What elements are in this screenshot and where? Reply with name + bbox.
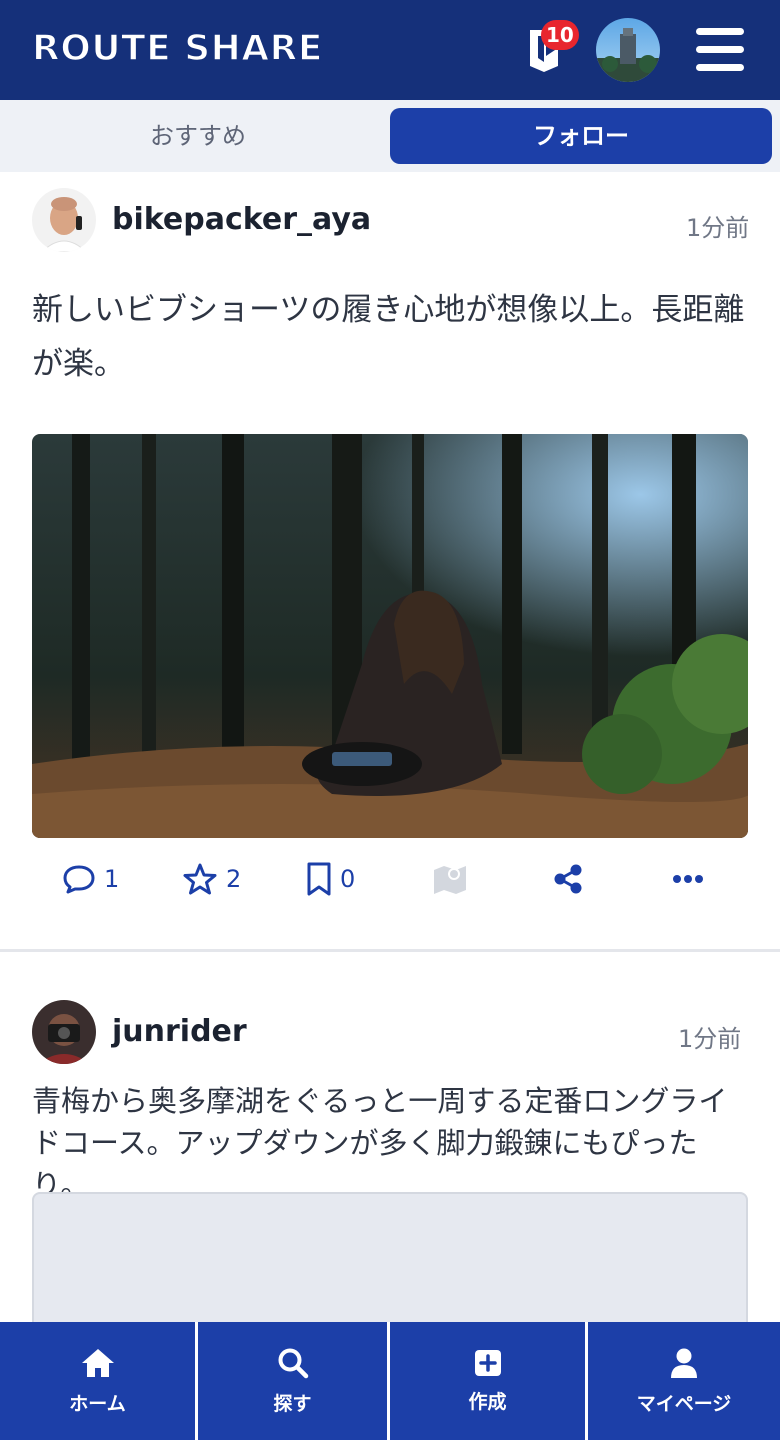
notification-badge: 10 [541, 20, 579, 50]
hamburger-menu-icon [696, 28, 744, 35]
bottom-navigation: ホーム 探す 作成 マイページ [0, 1322, 780, 1440]
map-icon [434, 866, 466, 894]
post-text: 青梅から奥多摩湖をぐるっと一周する定番ロングライドコース。アップダウンが多く脚力… [32, 1084, 728, 1202]
post-time: 1分前 [678, 1025, 742, 1053]
post-username[interactable]: bikepacker_aya [112, 202, 371, 237]
post-author-avatar[interactable] [32, 188, 96, 252]
bookmark-count: 0 [340, 865, 356, 893]
favorite-button[interactable]: 2 [182, 856, 241, 902]
star-icon [183, 863, 217, 895]
more-button[interactable] [672, 856, 704, 902]
menu-button[interactable] [696, 28, 744, 72]
comment-icon [63, 865, 95, 894]
post-divider [0, 949, 780, 952]
tab-recommended[interactable]: おすすめ [10, 108, 386, 164]
feed-tabs: おすすめ フォロー [0, 100, 780, 172]
share-button[interactable] [552, 856, 584, 902]
post-actions: 1 2 0 [0, 856, 780, 902]
comment-count: 1 [104, 865, 120, 893]
nav-home[interactable]: ホーム [0, 1322, 198, 1440]
map-button [432, 856, 468, 902]
plus-square-icon [474, 1349, 501, 1376]
nav-mypage[interactable]: マイページ [588, 1322, 780, 1440]
nav-mypage-label: マイページ [636, 1392, 732, 1415]
more-dots-icon [673, 875, 703, 883]
home-icon [81, 1348, 114, 1377]
app-header: ROUTE SHARE 10 [0, 0, 780, 100]
app-logo[interactable]: ROUTE SHARE [31, 27, 323, 70]
post-time: 1分前 [686, 214, 750, 242]
post-photo[interactable] [32, 434, 748, 838]
tab-following[interactable]: フォロー [390, 108, 772, 164]
nav-search-label: 探す [273, 1392, 312, 1415]
post-text: 新しいビブショーツの履き心地が想像以上。長距離が楽。 [32, 292, 745, 382]
share-icon [554, 864, 582, 894]
comment-button[interactable]: 1 [62, 856, 119, 902]
post-author-avatar[interactable] [32, 1000, 96, 1064]
nav-create-label: 作成 [468, 1390, 507, 1413]
favorite-count: 2 [226, 865, 242, 893]
user-avatar[interactable] [596, 18, 660, 82]
post-username[interactable]: junrider [112, 1014, 247, 1049]
nav-create[interactable]: 作成 [390, 1322, 588, 1440]
bookmark-icon [307, 862, 331, 896]
search-icon [278, 1348, 308, 1378]
nav-search[interactable]: 探す [198, 1322, 390, 1440]
user-icon [671, 1348, 697, 1378]
nav-home-label: ホーム [69, 1392, 126, 1415]
bookmark-button[interactable]: 0 [306, 856, 355, 902]
